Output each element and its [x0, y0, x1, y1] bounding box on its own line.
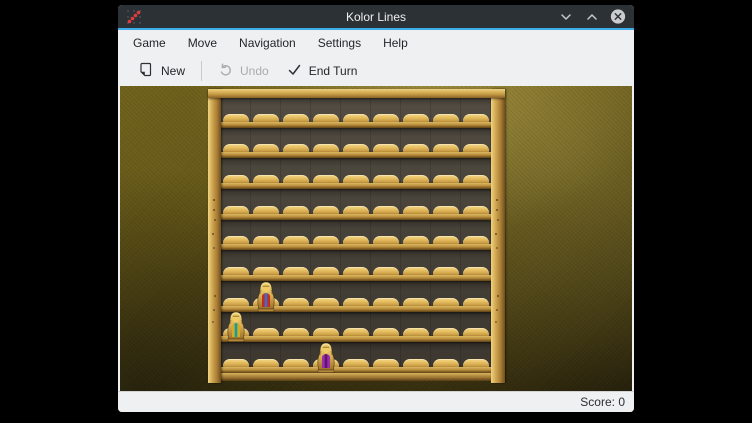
klines-window: Kolor Lines Game Move Navigation Setting…: [118, 5, 634, 412]
shelf-row: [221, 128, 491, 159]
end-turn-button[interactable]: End Turn: [278, 59, 367, 83]
new-document-icon: [139, 62, 154, 80]
ball-purple[interactable]: [313, 341, 339, 373]
shelf-bottom-beam: [221, 373, 491, 381]
shelf-row: [221, 220, 491, 251]
shelf-interior: [221, 97, 491, 373]
shelf-row: [221, 342, 491, 373]
window-title: Kolor Lines: [118, 10, 634, 24]
new-game-button[interactable]: New: [130, 59, 194, 83]
toolbar-separator: [201, 61, 202, 81]
statusbar: Score: 0: [118, 391, 634, 412]
shelf-row: [221, 97, 491, 128]
score-text: Score: 0: [580, 395, 625, 409]
menubar: Game Move Navigation Settings Help: [118, 30, 634, 56]
close-icon[interactable]: [610, 9, 626, 25]
undo-icon: [218, 62, 233, 80]
shelf-top-beam: [208, 89, 505, 98]
checkmark-icon: [287, 62, 302, 80]
shelf-row: [221, 158, 491, 189]
ball-red[interactable]: [253, 280, 279, 312]
klines-app-icon: [126, 9, 142, 25]
menu-game[interactable]: Game: [122, 30, 177, 56]
shelf-row: [221, 312, 491, 343]
undo-button[interactable]: Undo: [209, 59, 278, 83]
minimize-icon[interactable]: [558, 9, 574, 25]
shelf-row: [221, 189, 491, 220]
menu-settings[interactable]: Settings: [307, 30, 372, 56]
game-board-area[interactable]: [120, 86, 632, 391]
menu-move[interactable]: Move: [177, 30, 228, 56]
shelf-row: [221, 250, 491, 281]
undo-label: Undo: [240, 64, 269, 78]
desktop: { "window": { "title": "Kolor Lines" }, …: [0, 0, 752, 423]
ball-yellow[interactable]: [223, 310, 249, 342]
new-game-label: New: [161, 64, 185, 78]
shelf-right-post: [491, 89, 505, 383]
toolbar: New Undo End Turn: [118, 56, 634, 86]
shelf-left-post: [208, 89, 221, 383]
menu-navigation[interactable]: Navigation: [228, 30, 307, 56]
titlebar[interactable]: Kolor Lines: [118, 5, 634, 28]
end-turn-label: End Turn: [309, 64, 358, 78]
menu-help[interactable]: Help: [372, 30, 419, 56]
maximize-icon[interactable]: [584, 9, 600, 25]
